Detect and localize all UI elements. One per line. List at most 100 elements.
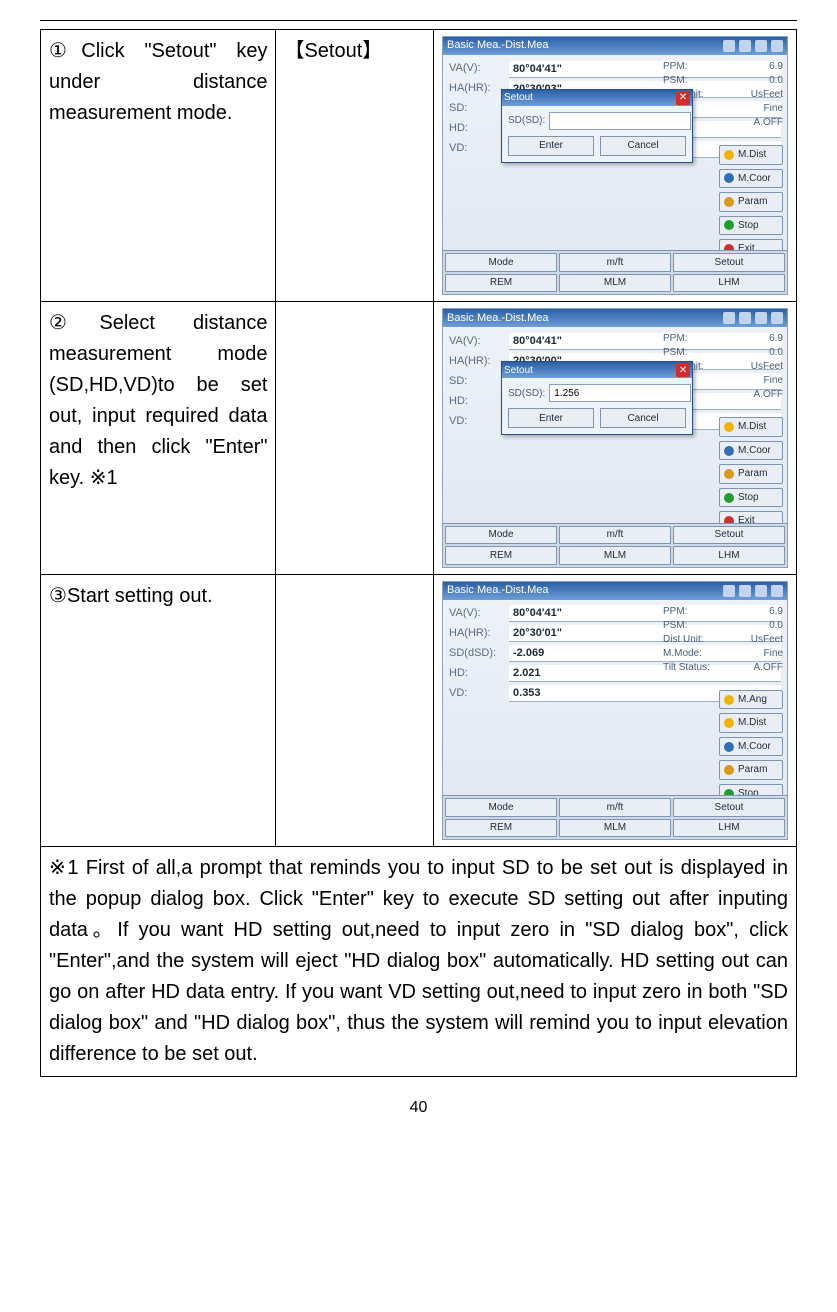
status-row: PPM:6.9 bbox=[663, 331, 783, 345]
side-button-label: M.Coor bbox=[738, 443, 771, 459]
reading-label: VD: bbox=[449, 140, 505, 157]
bottom-button-mode[interactable]: Mode bbox=[445, 526, 557, 545]
side-button-m.dist[interactable]: M.Dist bbox=[719, 417, 783, 437]
window-titlebar: Basic Mea.-Dist.Mea bbox=[443, 37, 787, 55]
side-button-label: Param bbox=[738, 466, 767, 482]
setout-dialog: Setout✕SD(SD):EnterCancel bbox=[501, 89, 693, 163]
side-button-label: Param bbox=[738, 194, 767, 210]
dialog-titlebar: Setout ✕ bbox=[502, 362, 692, 378]
note-cell: ※1 First of all,a prompt that reminds yo… bbox=[41, 847, 797, 1077]
side-button-param[interactable]: Param bbox=[719, 192, 783, 212]
status-val: UsFeet bbox=[751, 359, 783, 373]
status-key: PSM: bbox=[663, 345, 687, 359]
side-button-param[interactable]: Param bbox=[719, 760, 783, 780]
enter-button[interactable]: Enter bbox=[508, 408, 594, 428]
sd-input[interactable] bbox=[549, 112, 691, 130]
status-row: PPM:6.9 bbox=[663, 604, 783, 618]
status-row: PSM:0.0 bbox=[663, 73, 783, 87]
side-button-m.coor[interactable]: M.Coor bbox=[719, 737, 783, 757]
bottom-button-mode[interactable]: Mode bbox=[445, 253, 557, 272]
bottom-button-lhm[interactable]: LHM bbox=[673, 819, 785, 838]
step-action-cell bbox=[276, 302, 434, 574]
status-val: A.OFF bbox=[754, 387, 783, 401]
yellow-icon bbox=[724, 422, 734, 432]
status-val: 0.0 bbox=[769, 345, 783, 359]
yellow-icon bbox=[724, 150, 734, 160]
reading-label: SD: bbox=[449, 100, 505, 117]
status-val: 6.9 bbox=[769, 59, 783, 73]
dialog-field-label: SD(SD): bbox=[508, 113, 545, 129]
bottom-button-m/ft[interactable]: m/ft bbox=[559, 526, 671, 545]
close-icon[interactable]: ✕ bbox=[676, 91, 690, 105]
bottom-button-setout[interactable]: Setout bbox=[673, 798, 785, 817]
bottom-button-m/ft[interactable]: m/ft bbox=[559, 253, 671, 272]
side-button-stop[interactable]: Stop bbox=[719, 216, 783, 236]
status-row: PPM:6.9 bbox=[663, 59, 783, 73]
cancel-button[interactable]: Cancel bbox=[600, 408, 686, 428]
status-key: PPM: bbox=[663, 604, 687, 618]
side-button-m.coor[interactable]: M.Coor bbox=[719, 441, 783, 461]
side-button-m.dist[interactable]: M.Dist bbox=[719, 145, 783, 165]
reading-label: HD: bbox=[449, 393, 505, 410]
status-column: PPM:6.9PSM:0.0Dist Unit:UsFeetM.Mode:Fin… bbox=[663, 604, 783, 674]
window-title: Basic Mea.-Dist.Mea bbox=[447, 582, 548, 599]
side-button-label: Stop bbox=[738, 490, 759, 506]
side-button-m.dist[interactable]: M.Dist bbox=[719, 713, 783, 733]
status-key: PSM: bbox=[663, 618, 687, 632]
titlebar-icon bbox=[739, 312, 751, 324]
globe-icon bbox=[724, 173, 734, 183]
step-action-cell bbox=[276, 574, 434, 846]
status-val: Fine bbox=[764, 101, 783, 115]
titlebar-icon bbox=[771, 312, 783, 324]
bottom-button-lhm[interactable]: LHM bbox=[673, 274, 785, 293]
side-button-stop[interactable]: Stop bbox=[719, 488, 783, 508]
bottom-button-mlm[interactable]: MLM bbox=[559, 546, 671, 565]
dialog-title: Setout bbox=[504, 363, 533, 379]
titlebar-icon bbox=[723, 40, 735, 52]
globe-icon bbox=[724, 742, 734, 752]
step-num: ① bbox=[49, 40, 81, 62]
step-text: Select distance measurement mode (SD,HD,… bbox=[49, 312, 267, 489]
titlebar-icon bbox=[755, 312, 767, 324]
bottom-bar: Modem/ftSetout REMMLMLHM bbox=[443, 523, 787, 567]
step-text-cell: ②Select distance measurement mode (SD,HD… bbox=[41, 302, 276, 574]
side-button-m.coor[interactable]: M.Coor bbox=[719, 169, 783, 189]
status-key: PPM: bbox=[663, 331, 687, 345]
device-body: VA(V):80°04'41"HA(HR):20°30'03"SD:HD:VD:… bbox=[443, 55, 787, 248]
status-val: UsFeet bbox=[751, 87, 783, 101]
green-icon bbox=[724, 220, 734, 230]
bottom-button-mlm[interactable]: MLM bbox=[559, 819, 671, 838]
bottom-button-mlm[interactable]: MLM bbox=[559, 274, 671, 293]
side-button-param[interactable]: Param bbox=[719, 464, 783, 484]
side-button-m.ang[interactable]: M.Ang bbox=[719, 690, 783, 710]
bottom-button-m/ft[interactable]: m/ft bbox=[559, 798, 671, 817]
titlebar-icon bbox=[739, 40, 751, 52]
reading-label: VD: bbox=[449, 413, 505, 430]
step-image-cell: Basic Mea.-Dist.MeaVA(V):80°04'41"HA(HR)… bbox=[434, 302, 797, 574]
bottom-button-rem[interactable]: REM bbox=[445, 819, 557, 838]
status-val: A.OFF bbox=[754, 660, 783, 674]
status-val: 0.0 bbox=[769, 73, 783, 87]
gear-icon bbox=[724, 197, 734, 207]
bottom-button-setout[interactable]: Setout bbox=[673, 253, 785, 272]
side-buttons: M.DistM.CoorParamStopExit bbox=[719, 417, 783, 531]
bottom-button-mode[interactable]: Mode bbox=[445, 798, 557, 817]
enter-button[interactable]: Enter bbox=[508, 136, 594, 156]
status-key: Tilt Status: bbox=[663, 660, 710, 674]
bottom-button-lhm[interactable]: LHM bbox=[673, 546, 785, 565]
sd-input[interactable] bbox=[549, 384, 691, 402]
bottom-button-rem[interactable]: REM bbox=[445, 274, 557, 293]
status-val: Fine bbox=[764, 373, 783, 387]
document-page: ①Click "Setout" key under distance measu… bbox=[0, 0, 837, 1167]
cancel-button[interactable]: Cancel bbox=[600, 136, 686, 156]
yellow-icon bbox=[724, 718, 734, 728]
bottom-button-setout[interactable]: Setout bbox=[673, 526, 785, 545]
dialog-field-label: SD(SD): bbox=[508, 386, 545, 402]
bottom-button-rem[interactable]: REM bbox=[445, 546, 557, 565]
close-icon[interactable]: ✕ bbox=[676, 363, 690, 377]
step-text: Start setting out. bbox=[67, 585, 213, 607]
reading-label: VA(V): bbox=[449, 605, 505, 622]
status-row: M.Mode:Fine bbox=[663, 646, 783, 660]
titlebar-icon bbox=[723, 585, 735, 597]
status-row: PSM: 0.0 bbox=[663, 345, 783, 359]
